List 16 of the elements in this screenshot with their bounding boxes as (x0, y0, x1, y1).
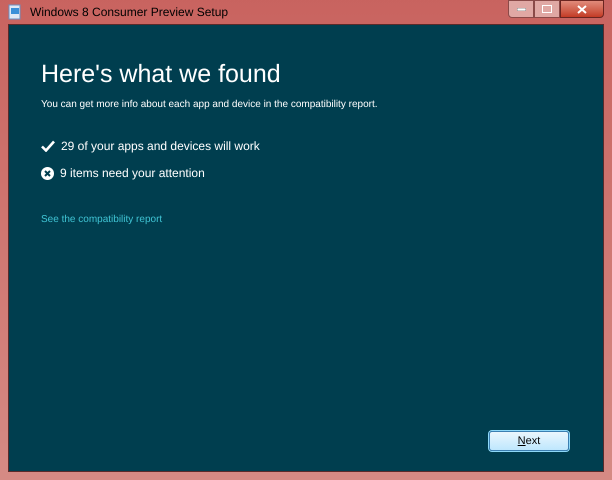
checkmark-icon (41, 140, 55, 152)
next-button[interactable]: Next (489, 431, 569, 451)
heading: Here's what we found (41, 62, 282, 87)
error-icon (41, 166, 54, 180)
minimize-button[interactable] (508, 0, 534, 18)
subtitle: You can get more info about each app and device in the compatibility report. (41, 98, 379, 112)
result-text: 29 of your apps and devices will work (61, 138, 260, 155)
compatibility-report-link[interactable]: See the compatibility report (41, 214, 162, 225)
minimize-icon (516, 8, 526, 10)
maximize-button[interactable] (534, 0, 560, 18)
close-icon (577, 4, 587, 14)
maximize-icon (542, 5, 552, 13)
window-title: Windows 8 Consumer Preview Setup (30, 4, 228, 21)
setup-icon (8, 4, 22, 20)
result-text: 9 items need your attention (60, 165, 205, 182)
close-button[interactable] (560, 0, 604, 18)
